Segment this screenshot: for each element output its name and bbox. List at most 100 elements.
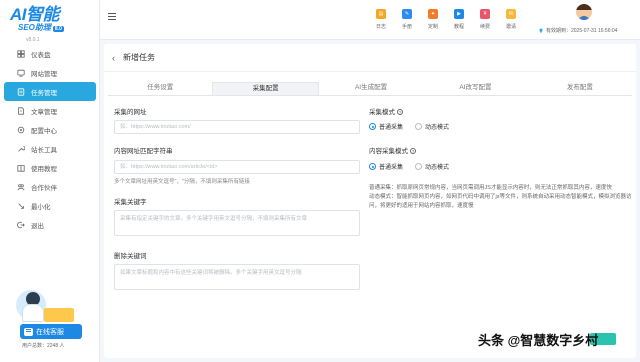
sidebar-item-label: 任务管理 <box>31 89 57 97</box>
renew-icon: ¥ <box>480 9 490 19</box>
radio-selected-icon <box>369 163 376 170</box>
sidebar-item-task[interactable]: 任务管理 <box>4 82 96 101</box>
content-mode-text: 内容采集模式 <box>369 148 408 155</box>
tutorial-icon <box>16 163 25 172</box>
sidebar-item-tutorial[interactable]: 使用教程 <box>4 158 96 177</box>
logout-icon <box>16 220 25 229</box>
manual-icon: ✎ <box>402 9 412 19</box>
help-icon[interactable]: ? <box>397 108 403 115</box>
delete-keywords-textarea[interactable]: 如果文章标题和内容中有这些关键词将被删除。多个关键字用英文逗号分隔 <box>114 264 360 290</box>
sidebar-item-minimize[interactable]: 最小化 <box>4 196 96 215</box>
collect-url-label: 采集的网址 <box>114 109 147 116</box>
main-card: ‹ 新增任务 任务设置 采集配置 AI生成配置 AI改写配置 发布配置 采集的网… <box>104 44 636 358</box>
tool-manual[interactable]: ✎ 手册 <box>394 9 420 30</box>
logo-badge: 8.0 <box>52 26 64 32</box>
radio-label: 动态模式 <box>425 165 450 171</box>
support-promo: 在线客服 用户总数：2248 人 <box>8 290 92 356</box>
logo-subtitle: SEO助理 8.0 <box>18 22 64 33</box>
collect-mode-text: 采集模式 <box>369 109 395 116</box>
radio-label: 动态模式 <box>425 125 450 131</box>
sidebar-item-logout[interactable]: 退出 <box>4 215 96 234</box>
radio-label: 普通采集 <box>379 125 404 131</box>
radio-unselected-icon <box>415 123 423 130</box>
app-logo[interactable]: AI智能 SEO助理 8.0 <box>10 6 90 36</box>
logo-sub-text: SEO助理 <box>18 23 51 32</box>
user-count: 用户总数：2248 人 <box>22 343 65 349</box>
tool-invite[interactable]: ✉ 邀请 <box>498 9 524 30</box>
collect-mode-radio-group: 普通采集 动态模式 <box>369 122 461 131</box>
tab-ai-rewrite-config[interactable]: AI改写配置 <box>423 82 527 95</box>
tool-log[interactable]: ▤ 日志 <box>368 9 394 30</box>
topbar: ▤ 日志 ✎ 手册 ✦ 定制 ▶ 教程 ¥ 续费 ✉ 邀请 有效期到：2025-… <box>100 0 640 40</box>
sidebar-item-label: 退出 <box>31 222 44 230</box>
tab-bar: 任务设置 采集配置 AI生成配置 AI改写配置 发布配置 <box>108 82 632 96</box>
tool-icon <box>16 144 25 153</box>
sidebar-item-article[interactable]: 文章管理 <box>4 101 96 120</box>
tab-publish-config[interactable]: 发布配置 <box>528 82 632 95</box>
tab-task-settings[interactable]: 任务设置 <box>108 82 212 95</box>
sidebar-item-label: 使用教程 <box>31 165 57 173</box>
online-service-label: 在线客服 <box>36 328 64 336</box>
collect-url-input[interactable]: 如：https://www.toutiao.com/ <box>114 120 360 134</box>
radio-unselected-icon <box>415 163 423 170</box>
sidebar-item-label: 仪表盘 <box>31 51 51 59</box>
collect-mode-option-dynamic[interactable]: 动态模式 <box>415 122 449 131</box>
collect-keywords-textarea[interactable]: 采集有指定关键字的文章。多个关键字用英文逗号分隔，不填则采集所有文章 <box>114 210 360 236</box>
content-mode-radio-group: 普通采集 动态模式 <box>369 162 461 171</box>
content-url-match-label: 内容网址匹配字符串 <box>114 148 173 155</box>
card-header: ‹ 新增任务 <box>104 44 636 72</box>
tab-ai-generate-config[interactable]: AI生成配置 <box>319 82 423 95</box>
back-arrow-icon[interactable]: ‹ <box>112 53 115 63</box>
mode-desc-dynamic: 动态模式：智能抓取网页内容，如网页代码中调用了js等文件，则系统自动采用动态智能… <box>369 194 632 209</box>
expire-text: 有效期到：2025-07-31 16:56:04 <box>546 28 618 34</box>
tool-label: 手册 <box>401 24 412 30</box>
tool-label: 定制 <box>427 24 438 30</box>
invite-icon: ✉ <box>506 9 516 19</box>
sidebar-nav: 仪表盘 网站管理 任务管理 文章管理 配置中心 站长工具 使用教程 合作伙伴 最… <box>0 44 100 234</box>
sidebar-item-label: 合作伙伴 <box>31 184 57 192</box>
tool-label: 日志 <box>375 24 386 30</box>
content-mode-option-normal[interactable]: 普通采集 <box>369 162 403 171</box>
config-icon <box>16 125 25 134</box>
promo-body-shape <box>22 304 44 322</box>
avatar[interactable] <box>576 4 592 20</box>
collect-mode-label: 采集模式? <box>369 106 403 116</box>
radio-selected-icon <box>369 123 376 130</box>
content-mode-label: 内容采集模式? <box>369 145 416 155</box>
sidebar-item-dashboard[interactable]: 仪表盘 <box>4 44 96 63</box>
tool-renew[interactable]: ¥ 续费 <box>472 9 498 30</box>
sidebar-item-config[interactable]: 配置中心 <box>4 120 96 139</box>
topbar-tools: ▤ 日志 ✎ 手册 ✦ 定制 ▶ 教程 ¥ 续费 ✉ 邀请 <box>368 9 524 30</box>
help-icon[interactable]: ? <box>410 147 416 154</box>
collect-mode-option-normal[interactable]: 普通采集 <box>369 122 403 131</box>
sidebar-item-label: 站长工具 <box>31 146 57 154</box>
sidebar-item-label: 网站管理 <box>31 70 57 78</box>
watermark: 头条 @智慧数字乡村 <box>478 333 599 348</box>
sidebar-item-label: 最小化 <box>31 203 51 211</box>
sidebar-item-label: 文章管理 <box>31 108 57 116</box>
content-url-match-input[interactable]: 如：https://www.toutiao.com/article/<id> <box>114 160 360 174</box>
online-service-button[interactable]: 在线客服 <box>20 324 82 339</box>
tool-label: 邀请 <box>505 24 516 30</box>
log-icon: ▤ <box>376 9 386 19</box>
tool-label: 教程 <box>453 24 464 30</box>
tutorial-video-icon: ▶ <box>454 9 464 19</box>
sidebar-item-label: 配置中心 <box>31 127 57 135</box>
sidebar-item-partner[interactable]: 合作伙伴 <box>4 177 96 196</box>
tool-custom[interactable]: ✦ 定制 <box>420 9 446 30</box>
tool-label: 续费 <box>479 24 490 30</box>
menu-toggle-icon[interactable] <box>108 13 116 21</box>
tab-collect-config[interactable]: 采集配置 <box>212 82 319 95</box>
partner-icon <box>16 182 25 191</box>
collect-keywords-label: 采集关键字 <box>114 199 147 206</box>
radio-label: 普通采集 <box>379 165 404 171</box>
tool-tutorial[interactable]: ▶ 教程 <box>446 9 472 30</box>
content-mode-option-dynamic[interactable]: 动态模式 <box>415 162 449 171</box>
custom-icon: ✦ <box>428 9 438 19</box>
chat-icon <box>24 327 33 336</box>
app-version: v8.0.1 <box>26 37 40 43</box>
sidebar-item-tools[interactable]: 站长工具 <box>4 139 96 158</box>
mode-description: 普通采集：抓取原网页常规内容，当网页需调用JS才能显示内容时，则无法正常抓取其内… <box>369 184 634 211</box>
sidebar-item-website[interactable]: 网站管理 <box>4 63 96 82</box>
dashboard-icon <box>16 49 25 58</box>
